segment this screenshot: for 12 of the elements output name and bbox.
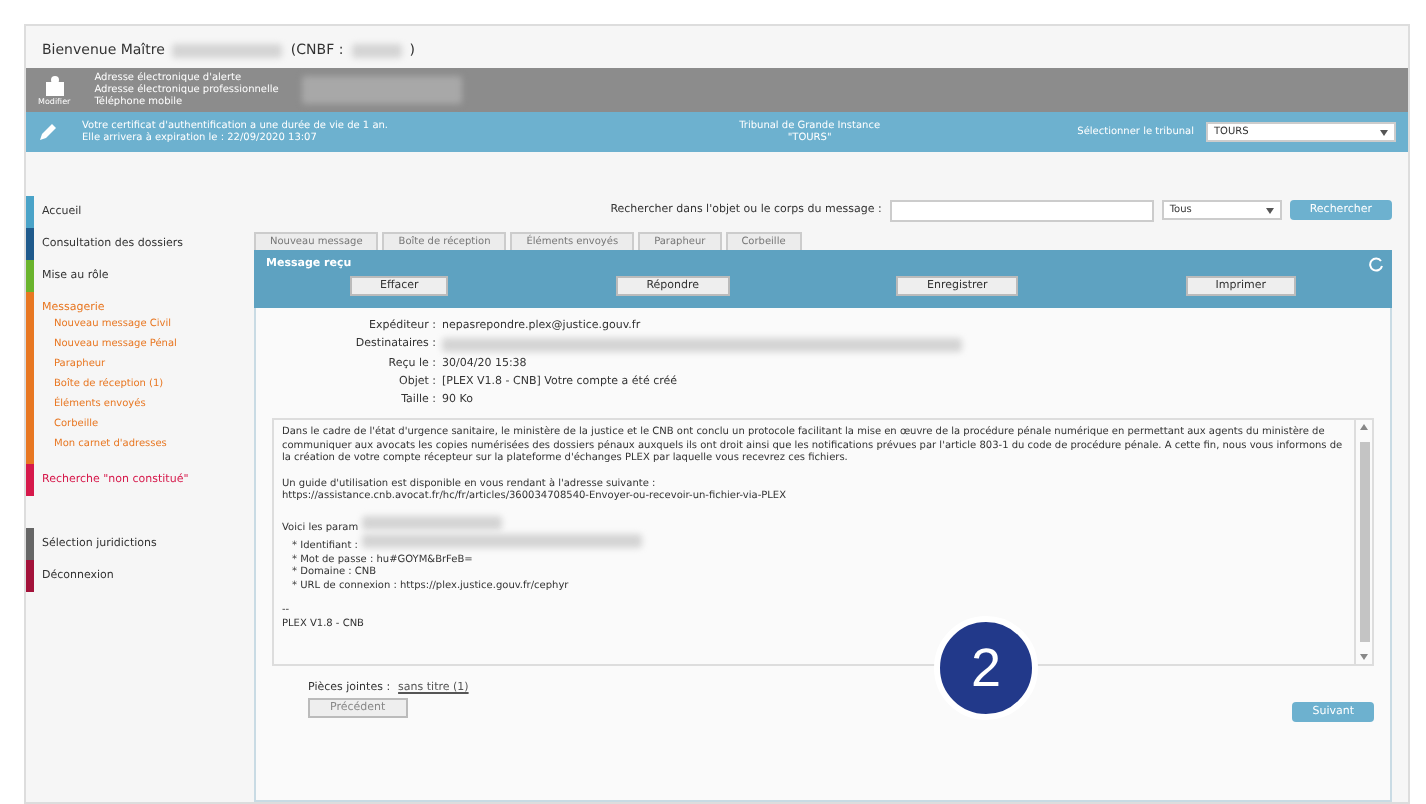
scrollbar[interactable] [1354, 420, 1372, 664]
refresh-icon[interactable] [1368, 256, 1384, 272]
search-field[interactable] [889, 199, 1154, 221]
caret-icon [1265, 207, 1274, 213]
caret-icon [1380, 129, 1388, 135]
scroll-down-icon[interactable] [1360, 654, 1368, 660]
scroll-up-icon[interactable] [1360, 424, 1368, 430]
user-card-icon[interactable] [45, 75, 64, 95]
redacted-block [172, 43, 283, 57]
redacted-block [361, 515, 502, 529]
redacted-block [351, 43, 402, 57]
pencil-icon [38, 122, 58, 142]
